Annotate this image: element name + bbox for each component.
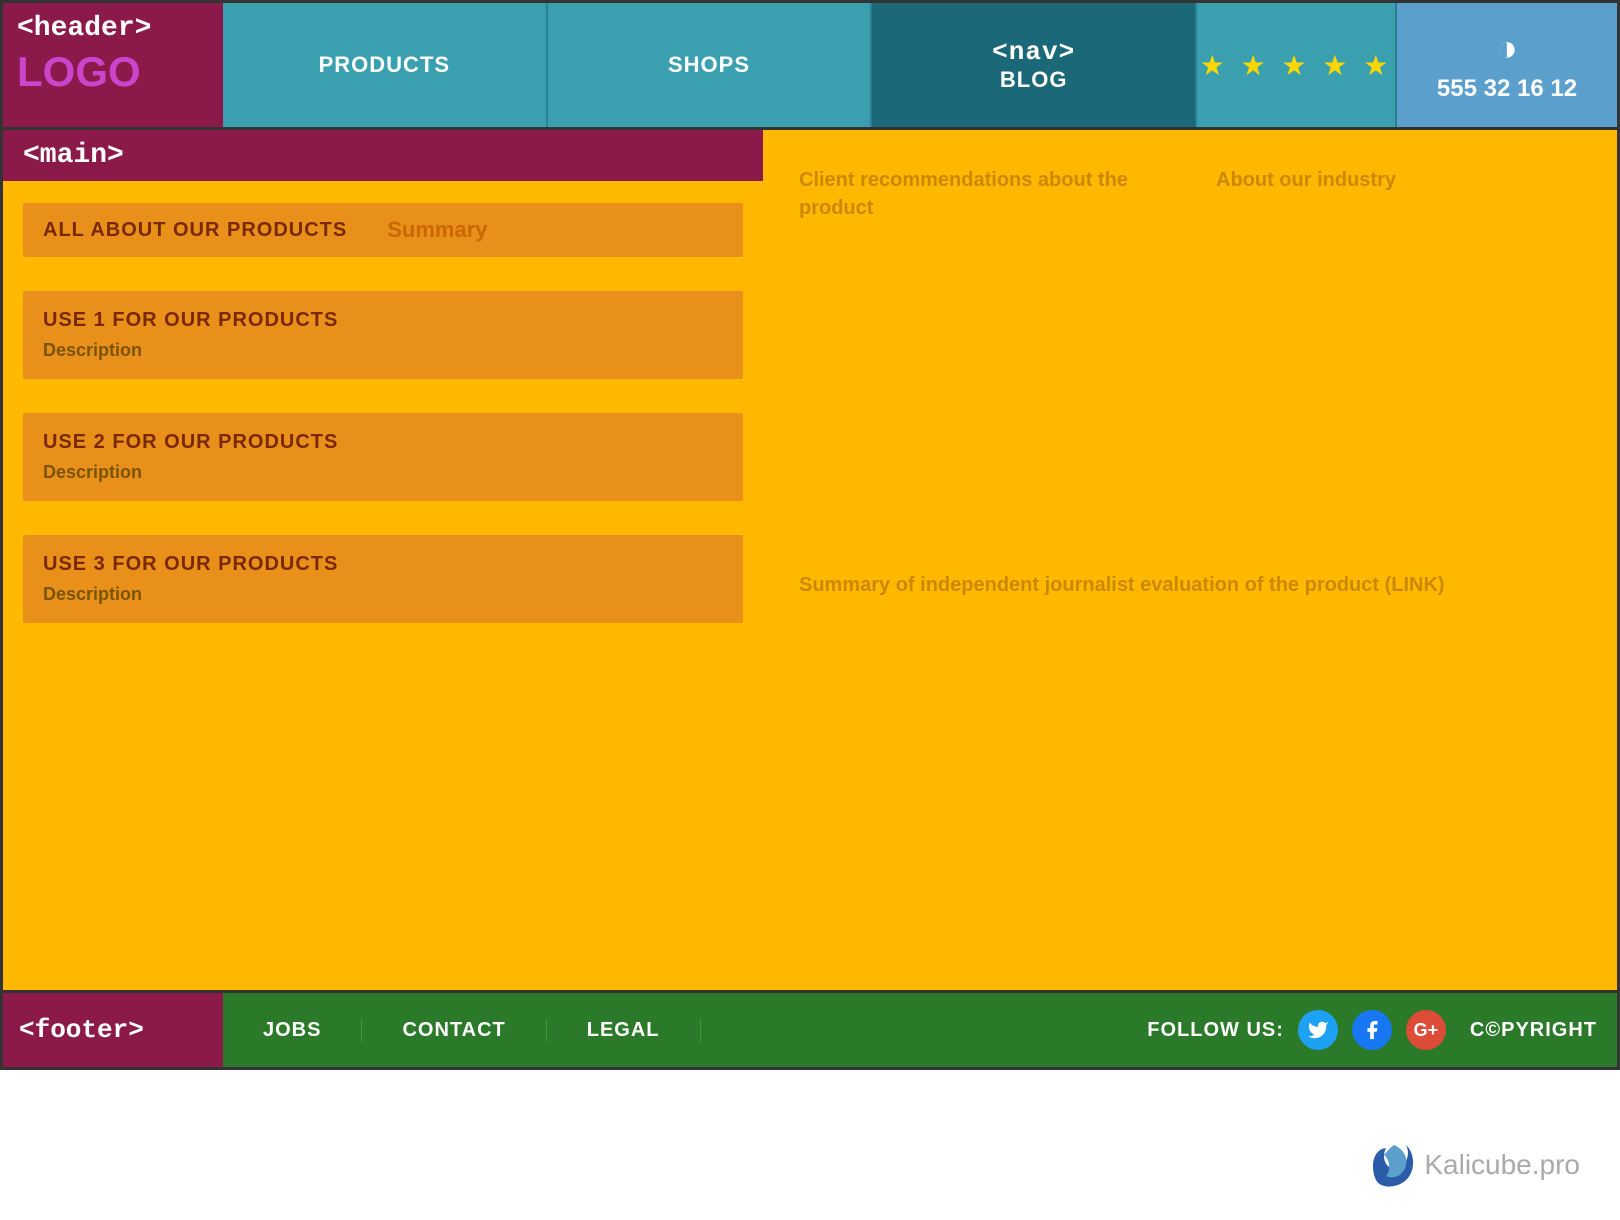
section-3: USE 3 FOR OUR PRODUCTS Description <box>23 535 743 623</box>
main-content-left: ALL ABOUT OUR PRODUCTS Summary USE 1 FOR… <box>3 181 763 990</box>
footer: <footer> JOBS CONTACT LEGAL FOLLOW US: G… <box>0 990 1620 1070</box>
section-1: USE 1 FOR OUR PRODUCTS Description <box>23 291 743 379</box>
footer-nav: JOBS CONTACT LEGAL <box>223 993 1117 1067</box>
phone-number: 555 32 16 12 <box>1437 75 1577 103</box>
header: <header> LOGO PRODUCTS SHOPS <nav> BLOG … <box>0 0 1620 130</box>
branding: Kalicube.pro <box>1366 1140 1580 1190</box>
top-section-title: ALL ABOUT OUR PRODUCTS <box>43 219 347 242</box>
brand-name: Kalicube.pro <box>1424 1149 1580 1181</box>
phone-icon: ◑ <box>1496 27 1518 69</box>
section-2-desc: Description <box>43 462 723 483</box>
main-left: <main> ALL ABOUT OUR PRODUCTS Summary US… <box>3 130 763 990</box>
footer-label-box: <footer> <box>3 993 223 1067</box>
stars-box: ★ ★ ★ ★ ★ <box>1197 3 1397 127</box>
section-3-title: USE 3 FOR OUR PRODUCTS <box>43 553 723 576</box>
footer-tag: <footer> <box>19 1015 144 1045</box>
section-2-title: USE 2 FOR OUR PRODUCTS <box>43 431 723 454</box>
right-card-industry: About our industry <box>1200 150 1597 534</box>
main-tag-bar: <main> <box>3 130 763 181</box>
twitter-icon[interactable] <box>1298 1010 1338 1050</box>
right-top: Client recommendations about the product… <box>783 150 1597 534</box>
main-tag: <main> <box>23 140 124 171</box>
section-1-desc: Description <box>43 340 723 361</box>
top-section: ALL ABOUT OUR PRODUCTS Summary <box>23 203 743 257</box>
right-card-recommendations: Client recommendations about the product <box>783 150 1180 534</box>
nav-area: PRODUCTS SHOPS <nav> BLOG <box>223 3 1197 127</box>
header-tag: <header> <box>17 13 209 44</box>
footer-right: FOLLOW US: G+ C©PYRIGHT <box>1117 993 1617 1067</box>
top-section-summary: Summary <box>387 217 487 243</box>
logo: LOGO <box>17 48 209 96</box>
footer-nav-contact[interactable]: CONTACT <box>362 1019 546 1042</box>
nav-shops[interactable]: SHOPS <box>548 3 873 127</box>
stars: ★ ★ ★ ★ ★ <box>1200 49 1393 82</box>
nav-products[interactable]: PRODUCTS <box>223 3 548 127</box>
right-card-journalist: Summary of independent journalist evalua… <box>783 554 1597 970</box>
section-1-title: USE 1 FOR OUR PRODUCTS <box>43 309 723 332</box>
nav-tag: <nav> <box>992 37 1075 67</box>
main-right: Client recommendations about the product… <box>763 130 1617 990</box>
copyright-text: C©PYRIGHT <box>1470 1019 1597 1042</box>
brand-logo-icon <box>1366 1140 1416 1190</box>
nav-blog[interactable]: <nav> BLOG <box>872 3 1197 127</box>
section-2: USE 2 FOR OUR PRODUCTS Description <box>23 413 743 501</box>
spacer-1 <box>3 265 763 283</box>
phone-box: ◑ 555 32 16 12 <box>1397 3 1617 127</box>
follow-label: FOLLOW US: <box>1147 1019 1284 1042</box>
facebook-icon[interactable] <box>1352 1010 1392 1050</box>
footer-nav-jobs[interactable]: JOBS <box>223 1019 362 1042</box>
header-label-box: <header> LOGO <box>3 3 223 127</box>
spacer-3 <box>3 509 763 527</box>
right-card-industry-text: About our industry <box>1216 166 1581 194</box>
google-plus-icon[interactable]: G+ <box>1406 1010 1446 1050</box>
spacer-4 <box>3 631 763 649</box>
right-card-journalist-text: Summary of independent journalist evalua… <box>799 570 1581 600</box>
section-3-desc: Description <box>43 584 723 605</box>
right-card-recommendations-text: Client recommendations about the product <box>799 166 1164 222</box>
main-wrapper: <main> ALL ABOUT OUR PRODUCTS Summary US… <box>0 130 1620 990</box>
spacer-2 <box>3 387 763 405</box>
footer-nav-legal[interactable]: LEGAL <box>547 1019 701 1042</box>
